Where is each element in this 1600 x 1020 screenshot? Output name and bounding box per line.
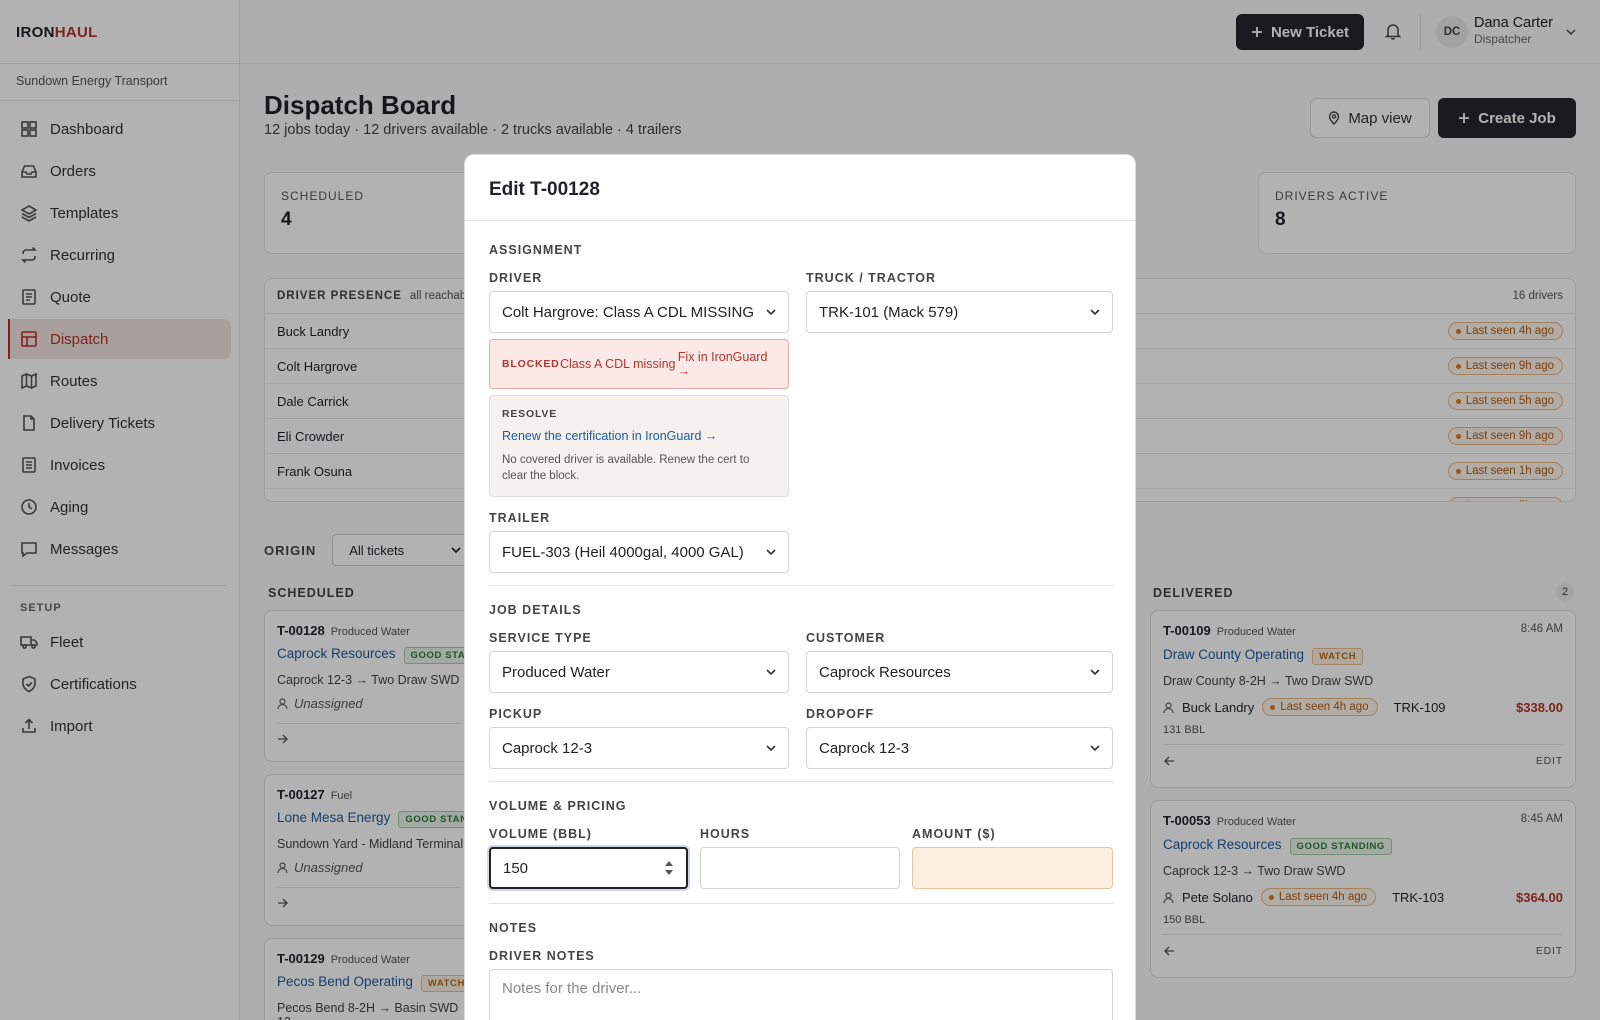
chevron-down-icon <box>1090 745 1100 752</box>
amount-input[interactable] <box>912 847 1113 889</box>
truck-select[interactable]: TRK-101 (Mack 579) <box>806 291 1113 333</box>
blocked-tag: BLOCKED <box>502 358 560 370</box>
trailer-label: TRAILER <box>489 511 551 525</box>
renew-certification-link[interactable]: Renew the certification in IronGuard → <box>502 429 776 443</box>
dropoff-select[interactable]: Caprock 12-3 <box>806 727 1113 769</box>
pickup-label: PICKUP <box>489 707 543 721</box>
pickup-value: Caprock 12-3 <box>502 739 593 757</box>
customer-select[interactable]: Caprock Resources <box>806 651 1113 693</box>
customer-value: Caprock Resources <box>819 663 951 681</box>
driver-notes-textarea[interactable]: Notes for the driver... <box>489 969 1113 1020</box>
truck-value: TRK-101 (Mack 579) <box>819 303 959 321</box>
chevron-down-icon <box>1090 309 1100 316</box>
divider <box>489 781 1113 782</box>
fix-in-ironguard-link[interactable]: Fix in IronGuard → <box>678 350 776 378</box>
resolve-panel: RESOLVE Renew the certification in IronG… <box>489 395 789 497</box>
section-notes: NOTES <box>489 921 538 935</box>
volume-label: VOLUME (BBL) <box>489 827 592 841</box>
amount-label: AMOUNT ($) <box>912 827 996 841</box>
truck-label: TRUCK / TRACTOR <box>806 271 937 285</box>
driver-label: DRIVER <box>489 271 543 285</box>
trailer-value: FUEL-303 (Heil 4000gal, 4000 GAL) <box>502 543 744 561</box>
hours-input[interactable] <box>700 847 900 889</box>
section-job-details: JOB DETAILS <box>489 603 582 617</box>
divider <box>489 903 1113 904</box>
driver-value: Colt Hargrove: Class A CDL MISSING <box>502 303 755 321</box>
service-type-select[interactable]: Produced Water <box>489 651 789 693</box>
driver-select[interactable]: Colt Hargrove: Class A CDL MISSING <box>489 291 789 333</box>
pickup-select[interactable]: Caprock 12-3 <box>489 727 789 769</box>
trailer-select[interactable]: FUEL-303 (Heil 4000gal, 4000 GAL) <box>489 531 789 573</box>
service-type-label: SERVICE TYPE <box>489 631 592 645</box>
edit-ticket-modal: Edit T-00128 ASSIGNMENT DRIVER Colt Harg… <box>464 154 1136 1020</box>
customer-label: CUSTOMER <box>806 631 886 645</box>
service-type-value: Produced Water <box>502 663 610 681</box>
volume-input[interactable]: 150 <box>489 847 688 889</box>
dropoff-label: DROPOFF <box>806 707 875 721</box>
volume-value: 150 <box>503 859 529 877</box>
chevron-down-icon <box>766 669 776 676</box>
modal-title: Edit T-00128 <box>465 155 1135 221</box>
section-assignment: ASSIGNMENT <box>489 243 583 257</box>
section-volume-pricing: VOLUME & PRICING <box>489 799 627 813</box>
blocked-alert: BLOCKED Class A CDL missing Fix in IronG… <box>489 339 789 389</box>
number-stepper-icon[interactable] <box>664 858 674 878</box>
hours-label: HOURS <box>700 827 751 841</box>
resolve-note: No covered driver is available. Renew th… <box>502 454 750 482</box>
resolve-tag: RESOLVE <box>502 408 557 420</box>
driver-notes-label: DRIVER NOTES <box>489 949 595 963</box>
chevron-down-icon <box>766 549 776 556</box>
chevron-down-icon <box>1090 669 1100 676</box>
chevron-down-icon <box>766 309 776 316</box>
chevron-down-icon <box>766 745 776 752</box>
driver-notes-placeholder: Notes for the driver... <box>502 980 642 997</box>
blocked-message: Class A CDL missing <box>559 357 676 371</box>
dropoff-value: Caprock 12-3 <box>819 739 910 757</box>
divider <box>489 585 1113 586</box>
